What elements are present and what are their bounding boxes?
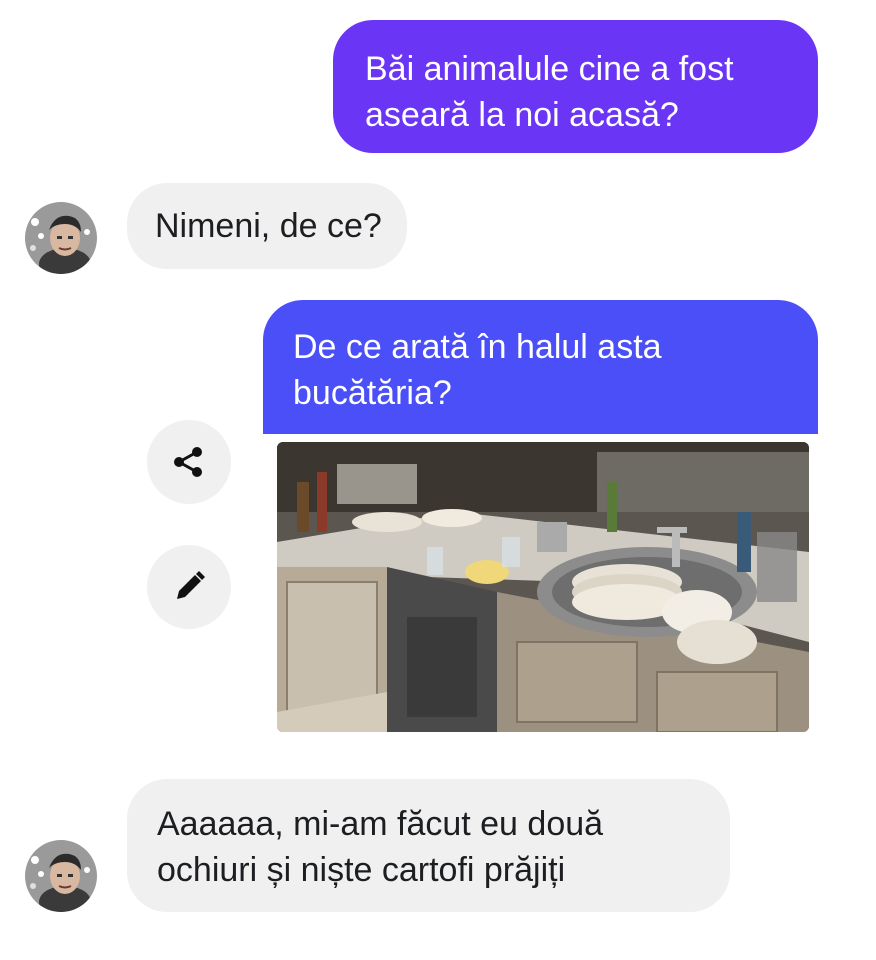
message-text-line: bucătăria?	[293, 374, 452, 412]
shared-photo[interactable]	[277, 442, 809, 732]
message-text-line: Aaaaaa, mi-am făcut eu două	[157, 805, 604, 843]
message-text-line: Băi animalule cine a fost	[365, 50, 734, 88]
avatar-photo-icon	[25, 840, 97, 912]
message-text-line: ochiuri și niște cartofi prăjiți	[157, 851, 566, 889]
chat-thread: Băi animalule cine a fost aseară la noi …	[0, 0, 876, 960]
avatar[interactable]	[25, 840, 97, 912]
incoming-message-bubble[interactable]: Aaaaaa, mi-am făcut eu două ochiuri și n…	[127, 779, 730, 912]
message-text-line: Nimeni, de ce?	[155, 207, 382, 245]
share-icon	[174, 447, 202, 477]
avatar[interactable]	[25, 202, 97, 274]
message-text-line: De ce arată în halul asta	[293, 328, 662, 366]
edit-button[interactable]	[147, 545, 231, 629]
kitchen-photo-icon	[277, 442, 809, 732]
outgoing-message-bubble[interactable]: Băi animalule cine a fost aseară la noi …	[333, 20, 818, 153]
share-button[interactable]	[147, 420, 231, 504]
message-text-line: aseară la noi acasă?	[365, 96, 679, 134]
avatar-photo-icon	[25, 202, 97, 274]
incoming-message-bubble[interactable]: Nimeni, de ce?	[127, 183, 407, 269]
pencil-icon	[177, 571, 205, 599]
outgoing-message-bubble[interactable]: De ce arată în halul asta bucătăria?	[263, 300, 818, 434]
